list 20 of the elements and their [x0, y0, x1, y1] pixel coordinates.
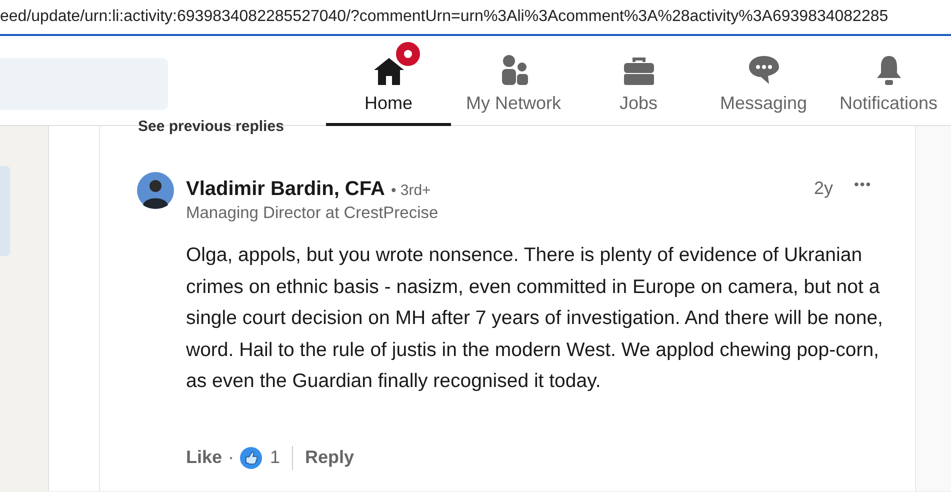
chat-bubble-icon — [746, 54, 780, 86]
nav-tab[interactable]: Notifications — [826, 36, 951, 126]
see-previous-replies-link[interactable]: See previous replies — [138, 118, 284, 136]
connection-degree: • 3rd+ — [390, 181, 431, 201]
thumbs-up-icon[interactable] — [240, 446, 262, 468]
nav-tab[interactable]: Jobs — [576, 36, 701, 126]
reply-button[interactable]: Reply — [305, 444, 354, 471]
reaction-count: 1 — [270, 446, 280, 469]
timestamp: 2y — [814, 177, 834, 200]
avatar[interactable] — [137, 172, 174, 209]
separator-dot: · — [228, 446, 234, 469]
nav-tab[interactable]: My Network — [451, 36, 576, 126]
like-button[interactable]: Like — [186, 444, 222, 471]
nav-tab[interactable]: Messaging — [701, 36, 826, 126]
briefcase-icon — [622, 56, 654, 86]
house-icon — [372, 56, 406, 86]
more-options-button[interactable]: ••• — [852, 174, 874, 195]
author-headline: Managing Director at CrestPrecise — [186, 203, 438, 224]
author-name[interactable]: Vladimir Bardin, CFA — [186, 174, 385, 204]
comment-text: Olga, appols, but you wrote nonsence. There is plenty of evidence of Ukranian crimes on ethnic basis - nasizm, even committed in Europe on camera, but not a single court decision on MH after 7 years of investigation. And there will be none, word. Hail to the rule of justis in the modern West. We applod chewing pop-corn, as even the Guardian finally recognised it today. — [186, 243, 884, 394]
